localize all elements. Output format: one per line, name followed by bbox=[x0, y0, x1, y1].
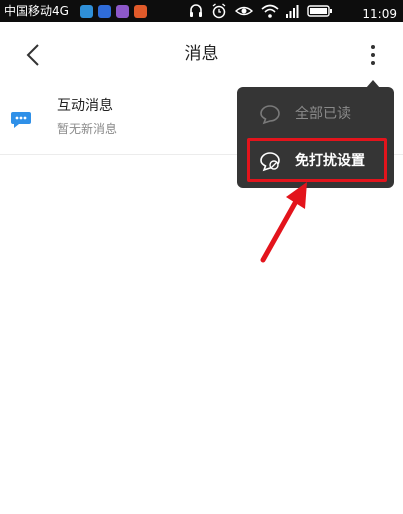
alarm-icon bbox=[212, 3, 226, 19]
app-notification-icon-4 bbox=[134, 5, 147, 18]
battery-icon bbox=[307, 5, 332, 17]
carrier-label: 中国移动4G bbox=[4, 4, 69, 18]
system-status-icons: 11:09 bbox=[189, 3, 399, 21]
app-notification-icon-1 bbox=[80, 5, 93, 18]
menu-item-label: 全部已读 bbox=[295, 106, 351, 122]
app-notification-icon-3 bbox=[116, 5, 129, 18]
menu-item-read-all[interactable]: 全部已读 bbox=[237, 91, 394, 137]
more-options-button[interactable] bbox=[362, 42, 384, 68]
eye-icon bbox=[235, 6, 253, 16]
chat-bubble-icon bbox=[11, 112, 31, 128]
signal-icon bbox=[286, 5, 299, 18]
headphones-icon bbox=[190, 4, 202, 17]
message-title: 互动消息 bbox=[57, 98, 113, 114]
page-title: 消息 bbox=[184, 44, 219, 64]
app-notification-icon-2 bbox=[98, 5, 111, 18]
clock: 11:09 bbox=[362, 7, 397, 21]
message-subtitle: 暂无新消息 bbox=[57, 122, 118, 136]
pointer-arrow-icon bbox=[260, 182, 307, 263]
wifi-icon bbox=[261, 4, 279, 18]
highlight-box bbox=[247, 138, 387, 182]
read-all-icon bbox=[260, 105, 280, 125]
app-header: 消息 bbox=[0, 22, 403, 88]
status-bar: 中国移动4G 11:09 bbox=[0, 0, 403, 22]
